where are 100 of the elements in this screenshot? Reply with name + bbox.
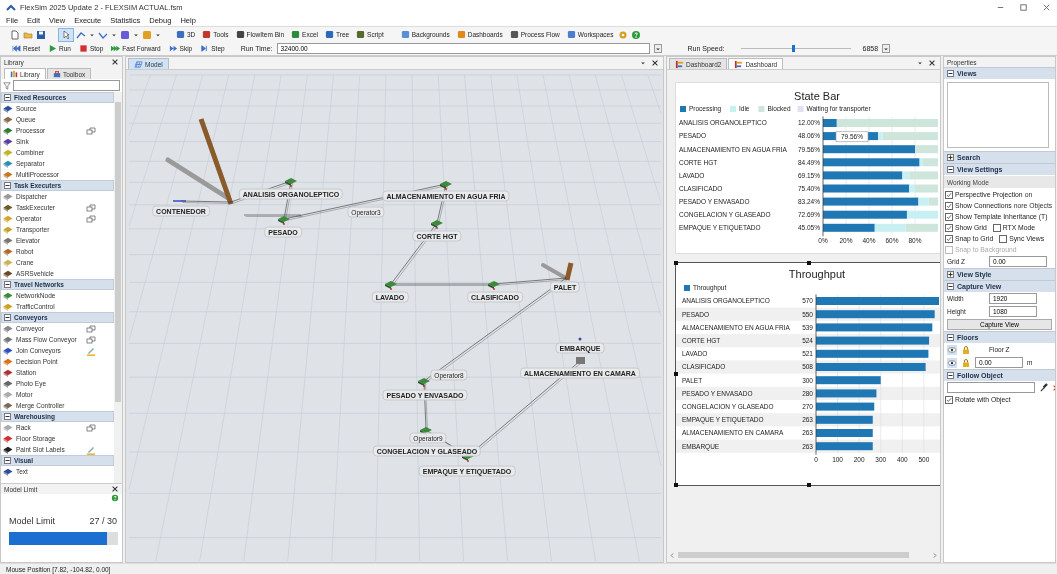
block-icon: [3, 357, 13, 366]
play-icon: [48, 44, 57, 53]
block-icon: [3, 137, 13, 146]
legend-swatch: [758, 106, 765, 112]
scrollbar[interactable]: [667, 551, 940, 559]
stop-icon: [78, 44, 88, 53]
tile-icon[interactable]: [120, 29, 130, 40]
document-icon[interactable]: [10, 29, 20, 40]
close-icon[interactable]: [1042, 3, 1051, 12]
close-icon[interactable]: [928, 59, 936, 67]
collapse-icon[interactable]: [947, 70, 954, 77]
toolbox-icon: [52, 70, 61, 78]
block-icon: [3, 159, 13, 168]
block-icon: [3, 214, 13, 223]
block-icon: [3, 302, 13, 311]
resize-handle[interactable]: [674, 483, 678, 487]
eye-icon[interactable]: [947, 344, 957, 355]
tile-icon: [456, 30, 466, 39]
legend-swatch: [797, 106, 804, 112]
block-icon: [3, 379, 13, 388]
block-icon: [3, 104, 13, 113]
chart-panel[interactable]: [675, 262, 940, 486]
window-icon: [86, 125, 96, 136]
block-icon: [3, 335, 13, 344]
chart-title: State Bar: [794, 90, 840, 102]
tile-icon: [325, 30, 334, 39]
bar: [816, 415, 873, 424]
run-speed-slider[interactable]: [740, 44, 851, 53]
collapse-icon[interactable]: [947, 372, 954, 379]
tile-icon: [509, 30, 519, 39]
pencil-icon: [86, 444, 96, 455]
tile-icon: [176, 30, 185, 39]
tile-icon[interactable]: [142, 29, 152, 40]
help-icon[interactable]: [111, 494, 119, 502]
filter-icon[interactable]: [3, 81, 11, 90]
maximize-icon[interactable]: [1019, 3, 1028, 12]
expand-icon[interactable]: [947, 154, 954, 161]
save-icon[interactable]: [36, 29, 46, 40]
chart-icon: [734, 59, 744, 69]
resize-handle[interactable]: [807, 483, 811, 487]
filter-field[interactable]: [13, 80, 120, 91]
tile-icon: [356, 30, 366, 39]
bar: [905, 223, 938, 232]
block-icon: [3, 126, 13, 135]
collapse-icon[interactable]: [4, 413, 11, 420]
collapse-icon[interactable]: [4, 281, 11, 288]
bar: [928, 197, 938, 206]
collapse-icon[interactable]: [4, 457, 11, 464]
eyedropper-icon[interactable]: [1039, 383, 1048, 392]
pencil-icon: [86, 345, 96, 356]
object-field[interactable]: [947, 382, 1035, 393]
collapse-icon[interactable]: [4, 182, 11, 189]
close-icon[interactable]: [111, 485, 119, 493]
expand-icon[interactable]: [947, 271, 954, 278]
close-icon[interactable]: [651, 59, 659, 67]
chart-icon: [675, 59, 684, 69]
gear-icon[interactable]: [618, 29, 629, 40]
block-icon: [3, 225, 13, 234]
block-icon: [3, 192, 13, 201]
block-icon: [3, 324, 13, 333]
block-icon: [3, 434, 13, 443]
bar: [816, 389, 877, 398]
eye-icon[interactable]: [947, 357, 957, 368]
legend-swatch: [730, 106, 736, 112]
collapse-icon[interactable]: [4, 314, 11, 321]
collapse-icon[interactable]: [947, 334, 954, 341]
dropdown-button[interactable]: [882, 44, 891, 53]
resize-handle[interactable]: [807, 261, 811, 265]
block-icon: [3, 258, 13, 267]
resize-handle[interactable]: [674, 261, 678, 265]
resize-handle[interactable]: [674, 372, 678, 376]
collapse-icon[interactable]: [947, 283, 954, 290]
limit-count: 27 / 30: [89, 516, 117, 526]
pointer-icon: [61, 29, 71, 40]
block-icon: [3, 148, 13, 157]
dropdown-button[interactable]: [653, 44, 662, 53]
tile-icon: [202, 30, 212, 39]
tile-icon: [235, 30, 245, 39]
chart-title: Throughput: [788, 268, 846, 280]
close-icon[interactable]: [111, 58, 119, 66]
block-icon: [3, 368, 13, 377]
scrollbar[interactable]: [114, 92, 122, 483]
block-icon: [3, 423, 13, 432]
block-icon: [3, 269, 13, 278]
help-icon[interactable]: [631, 29, 642, 40]
collapse-icon[interactable]: [4, 94, 11, 101]
window-icon: [86, 213, 96, 224]
block-icon: [3, 203, 13, 212]
logo-icon: [6, 2, 16, 13]
grid-icon: [134, 59, 143, 69]
limit-label: Model Limit: [9, 516, 55, 526]
block-icon: [3, 291, 13, 300]
collapse-icon[interactable]: [947, 166, 954, 173]
bar: [816, 429, 873, 437]
bar: [816, 376, 881, 385]
pointer-button[interactable]: [59, 28, 73, 41]
tile-icon: [291, 30, 301, 39]
check-icon: [946, 396, 952, 403]
books-icon: [10, 70, 18, 78]
block-icon: [3, 445, 13, 454]
